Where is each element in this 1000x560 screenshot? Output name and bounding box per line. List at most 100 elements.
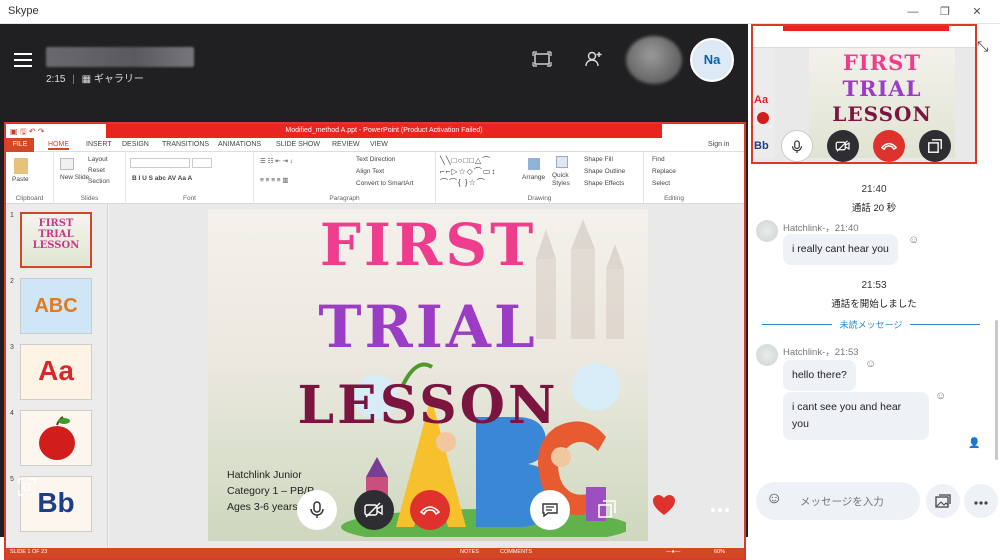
add-participant-icon[interactable] <box>582 50 604 70</box>
thumbnail-slide-1[interactable]: FIRST TRIAL LESSON <box>20 212 92 268</box>
participant-name-blurred <box>46 47 194 67</box>
font-format-buttons[interactable]: B I U S abc AV Aa A <box>132 175 192 182</box>
zoom-slider[interactable]: —●— <box>666 549 680 555</box>
end-call-button[interactable] <box>410 490 450 530</box>
group-drawing: ╲╲□○□□△⌒ ⌐⌐▷☆◇⌒▭↕ ⌒⌒{ }☆⌒ Arrange Quick … <box>436 152 644 204</box>
shapes-gallery-row2[interactable]: ⌐⌐▷☆◇⌒▭↕ <box>440 166 496 177</box>
chat-message[interactable]: i cant see you and hear you <box>783 392 929 440</box>
heart-icon[interactable] <box>652 494 676 521</box>
react-smiley-icon[interactable]: ☺ <box>935 390 946 402</box>
text-direction-button[interactable]: Text Direction <box>356 156 395 163</box>
call-meta: 2:15 | ▦ ギャラリー <box>46 74 144 85</box>
chat-scrollbar[interactable] <box>995 320 998 460</box>
layout-button[interactable]: Layout <box>88 156 108 163</box>
slide-title-line3: LESSON <box>297 375 559 436</box>
reset-button[interactable]: Reset <box>88 167 105 174</box>
message-composer[interactable]: ☺ メッセージを入力 <box>756 482 920 520</box>
end-call-icon <box>880 142 898 151</box>
new-slide-button[interactable]: New Slide <box>60 174 89 181</box>
ppt-window-title: Modified_method A.ppt - PowerPoint (Prod… <box>106 124 662 138</box>
list-buttons[interactable]: ☰ ☷ ⇤ ⇥ ↕ <box>260 157 293 165</box>
pip-popout-button[interactable] <box>919 130 951 162</box>
tab-review[interactable]: REVIEW <box>332 141 360 148</box>
comments-button[interactable]: COMMENTS <box>500 549 532 555</box>
pip-apple-icon <box>757 112 769 124</box>
avatar[interactable] <box>756 344 778 366</box>
arrange-button[interactable]: Arrange <box>522 174 545 181</box>
align-text-button[interactable]: Align Text <box>356 168 384 175</box>
paste-button[interactable]: Paste <box>12 176 29 183</box>
image-icon <box>935 494 951 508</box>
shape-fill-button[interactable]: Shape Fill <box>584 156 613 163</box>
slide-info-line2: Category 1 – PB/P <box>227 485 314 497</box>
chat-message[interactable]: i really cant hear you <box>783 234 898 265</box>
pip-thumbnails: Aa Bb <box>753 48 775 158</box>
call-duration: 2:15 <box>46 74 66 85</box>
shapes-gallery-row3[interactable]: ⌒⌒{ }☆⌒ <box>440 177 486 188</box>
self-preview-window[interactable]: Aa Bb FIRST TRIAL LESSON <box>751 24 977 164</box>
system-message: 通話を開始しました <box>831 299 917 310</box>
microphone-button[interactable] <box>297 490 337 530</box>
tab-insert[interactable]: INSERT <box>86 141 112 148</box>
replace-button[interactable]: Replace <box>652 168 676 175</box>
participant-avatar-video[interactable] <box>626 36 682 84</box>
tab-animations[interactable]: ANIMATIONS <box>218 141 261 148</box>
fullscreen-icon[interactable] <box>18 478 36 501</box>
shape-outline-button[interactable]: Shape Outline <box>584 168 625 175</box>
ppt-status-bar: SLIDE 1 OF 23 NOTES COMMENTS —●— 60% <box>6 548 744 558</box>
shape-effects-button[interactable]: Shape Effects <box>584 180 624 187</box>
select-button[interactable]: Select <box>652 180 670 187</box>
gallery-icon[interactable]: ▦ <box>82 74 91 85</box>
popout-icon <box>928 139 942 153</box>
shapes-gallery[interactable]: ╲╲□○□□△⌒ <box>440 155 491 166</box>
react-smiley-icon[interactable]: ☺ <box>865 358 876 370</box>
zoom-level[interactable]: 60% <box>714 549 725 555</box>
thumbnail-slide-3[interactable]: Aa <box>20 344 92 400</box>
view-mode-label[interactable]: ギャラリー <box>94 74 144 85</box>
tab-transitions[interactable]: TRANSITIONS <box>162 141 209 148</box>
emoji-icon[interactable]: ☺ <box>766 490 782 508</box>
chat-panel: Aa Bb FIRST TRIAL LESSON 21:40 通話 20 秒 H… <box>748 24 1000 537</box>
sign-in-link[interactable]: Sign in <box>708 141 729 148</box>
close-button[interactable]: ✕ <box>962 0 992 24</box>
more-options-icon[interactable] <box>710 500 730 518</box>
screen-share-icon[interactable] <box>532 50 554 70</box>
group-paragraph: ☰ ☷ ⇤ ⇥ ↕ ≡ ≡ ≡ ≡ ▥ Text Direction Align… <box>254 152 436 204</box>
find-button[interactable]: Find <box>652 156 665 163</box>
chat-message[interactable]: hello there? <box>783 360 856 391</box>
tab-design[interactable]: DESIGN <box>122 141 149 148</box>
app-title: Skype <box>8 5 39 17</box>
tab-home[interactable]: HOME <box>48 141 69 150</box>
avatar[interactable] <box>756 220 778 242</box>
pip-microphone-button[interactable] <box>781 130 813 162</box>
quick-styles-button[interactable]: Quick Styles <box>552 172 576 188</box>
section-button[interactable]: Section <box>88 178 110 185</box>
chat-button[interactable] <box>530 490 570 530</box>
expand-icon[interactable]: ⤡ <box>977 38 988 55</box>
maximize-button[interactable]: ❐ <box>930 0 960 24</box>
pip-end-call-button[interactable] <box>873 130 905 162</box>
thumbnail-slide-4[interactable] <box>20 410 92 466</box>
message-input[interactable]: メッセージを入力 <box>800 494 884 509</box>
ppt-title-bar: ▣ 🖫 ↶ ↷ Modified_method A.ppt - PowerPoi… <box>6 124 744 138</box>
menu-icon[interactable] <box>14 53 32 67</box>
minimize-button[interactable]: — <box>898 0 928 24</box>
react-smiley-icon[interactable]: ☺ <box>908 234 919 246</box>
thumbnail-slide-2[interactable]: ABC <box>20 278 92 334</box>
self-avatar[interactable]: Na <box>690 38 734 82</box>
group-font: B I U S abc AV Aa A Font <box>126 152 254 204</box>
slide-counter: SLIDE 1 OF 23 <box>10 549 48 555</box>
tab-slide-show[interactable]: SLIDE SHOW <box>276 141 320 148</box>
tab-view[interactable]: VIEW <box>370 141 388 148</box>
system-message: 通話 20 秒 <box>851 203 897 214</box>
media-gallery-button[interactable] <box>926 484 960 518</box>
more-options-button[interactable] <box>964 484 998 518</box>
video-toggle-button[interactable] <box>354 490 394 530</box>
pip-video-toggle-button[interactable] <box>827 130 859 162</box>
convert-smartart-button[interactable]: Convert to SmartArt <box>356 180 413 187</box>
title-bar: Skype — ❐ ✕ <box>0 0 1000 24</box>
align-buttons[interactable]: ≡ ≡ ≡ ≡ ▥ <box>260 176 289 184</box>
tab-file[interactable]: FILE <box>6 138 34 152</box>
notes-button[interactable]: NOTES <box>460 549 479 555</box>
popout-icon[interactable] <box>598 500 616 523</box>
